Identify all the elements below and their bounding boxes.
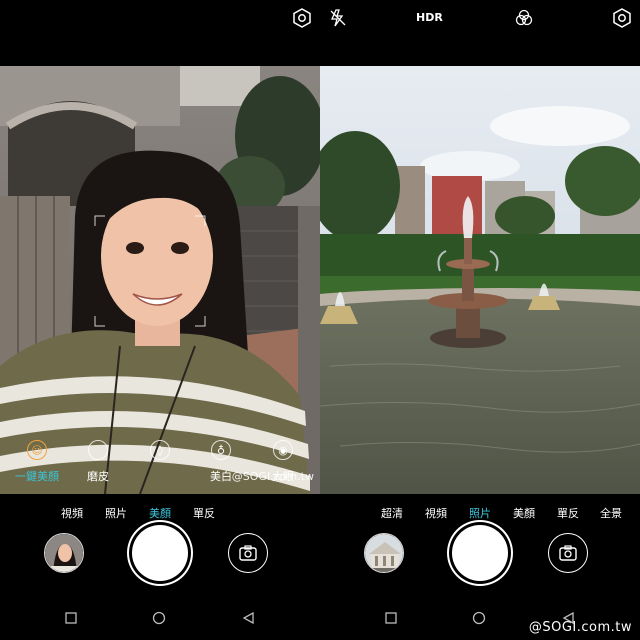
gallery-thumbnail-image xyxy=(365,534,403,572)
mode-video[interactable]: 視頻 xyxy=(61,505,83,521)
recents-button[interactable] xyxy=(63,610,79,626)
camera-switch-icon xyxy=(559,545,577,561)
circle-icon xyxy=(472,611,486,625)
shutter-button[interactable] xyxy=(132,525,188,581)
mode-dslr[interactable]: 單反 xyxy=(557,505,579,521)
mode-dslr[interactable]: 單反 xyxy=(193,505,215,521)
selfie-preview-image xyxy=(0,66,320,494)
hdr-label: HDR xyxy=(416,11,443,24)
selfie-viewfinder[interactable] xyxy=(0,66,320,494)
gallery-thumbnail[interactable] xyxy=(44,533,84,573)
gallery-thumbnail-image xyxy=(45,534,83,572)
mode-beauty[interactable]: 美顏 xyxy=(149,505,171,521)
rear-camera-screen: HDR 超清 視頻 照片 美顏 單反 全景 @SOGI.com.tw xyxy=(320,0,640,640)
circle-icon xyxy=(88,440,108,460)
filter-icon[interactable] xyxy=(514,8,534,28)
gallery-thumbnail[interactable] xyxy=(364,533,404,573)
beauty-option-label: 一鍵美顏 xyxy=(15,470,59,483)
home-button[interactable] xyxy=(471,610,487,626)
settings-icon[interactable] xyxy=(612,8,632,28)
square-icon xyxy=(65,612,77,624)
circle-icon xyxy=(152,611,166,625)
camera-controls xyxy=(0,524,320,584)
beauty-option-one-click[interactable]: ☺ 一鍵美顏 xyxy=(12,438,62,484)
mode-photo[interactable]: 照片 xyxy=(105,505,127,521)
top-bar: HDR xyxy=(320,0,640,66)
eye-icon: ◉ xyxy=(273,440,293,460)
rear-viewfinder[interactable] xyxy=(320,66,640,494)
switch-camera-button[interactable] xyxy=(228,533,268,573)
site-watermark: @SOGI.com.tw xyxy=(528,620,632,635)
mode-panorama[interactable]: 全景 xyxy=(600,505,622,521)
square-icon xyxy=(385,612,397,624)
camera-switch-icon xyxy=(239,545,257,561)
beauty-option-slim[interactable]: ◊ xyxy=(135,438,185,468)
leaf-icon: ◊ xyxy=(150,440,170,460)
face-icon: ☺ xyxy=(27,440,47,460)
flask-icon: ♁ xyxy=(211,440,231,460)
home-button[interactable] xyxy=(151,610,167,626)
shutter-button[interactable] xyxy=(452,525,508,581)
switch-camera-button[interactable] xyxy=(548,533,588,573)
system-nav-bar xyxy=(0,604,320,634)
mode-selector: 視頻 照片 美顏 單反 xyxy=(0,505,320,525)
beauty-option-label: 磨皮 xyxy=(87,470,109,483)
camera-controls xyxy=(320,524,640,584)
front-camera-screen: ☺ 一鍵美顏 磨皮 ◊ ♁ 美白 ◉ 大眼 @SOGI.com.tw 視頻 照片… xyxy=(0,0,320,640)
beauty-option-smooth[interactable]: 磨皮 xyxy=(73,438,123,484)
mode-selector: 超清 視頻 照片 美顏 單反 全景 xyxy=(320,505,640,525)
settings-icon[interactable] xyxy=(292,8,312,28)
triangle-back-icon xyxy=(242,611,254,625)
hdr-icon[interactable]: HDR xyxy=(416,8,443,28)
mode-beauty[interactable]: 美顏 xyxy=(513,505,535,521)
back-button[interactable] xyxy=(241,610,257,626)
mode-ultra-hd[interactable]: 超清 xyxy=(381,505,403,521)
mode-photo[interactable]: 照片 xyxy=(469,505,491,521)
mode-video[interactable]: 視頻 xyxy=(425,505,447,521)
flash-off-icon[interactable] xyxy=(328,8,348,28)
fountain-preview-image xyxy=(320,66,640,494)
top-bar xyxy=(0,0,320,66)
recents-button[interactable] xyxy=(383,610,399,626)
